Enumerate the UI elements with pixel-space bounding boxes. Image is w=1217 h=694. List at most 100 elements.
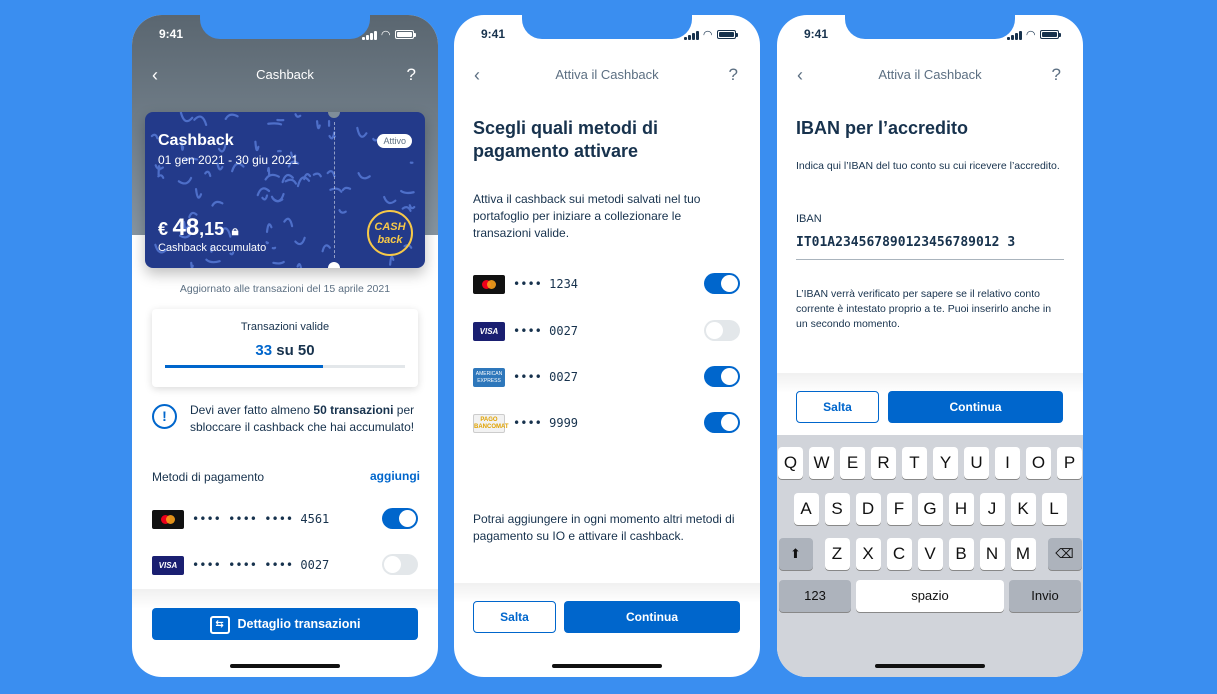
space-key[interactable]: spazio: [856, 580, 1004, 612]
key-m[interactable]: M: [1010, 538, 1036, 570]
pagobancomat-icon: PAGO BANCOMAT: [473, 414, 509, 433]
key-g[interactable]: G: [917, 493, 943, 525]
status-time: 9:41: [804, 27, 829, 41]
key-j[interactable]: J: [979, 493, 1005, 525]
question-icon[interactable]: ?: [407, 65, 416, 85]
key-x[interactable]: X: [855, 538, 881, 570]
transaction-detail-button[interactable]: ⇆ Dettaglio transazioni: [152, 608, 418, 640]
key-q[interactable]: Q: [778, 447, 803, 479]
key-z[interactable]: Z: [824, 538, 850, 570]
key-d[interactable]: D: [855, 493, 881, 525]
cashback-logo: CASH back: [367, 210, 413, 256]
status-bar: 9:41 ◠: [454, 27, 760, 41]
transactions-count: 33 su 50: [255, 342, 315, 359]
key-l[interactable]: L: [1041, 493, 1067, 525]
method-toggle[interactable]: [704, 320, 740, 341]
method-toggle[interactable]: [382, 554, 418, 575]
wifi-icon: ◠: [1026, 29, 1035, 41]
nav-title: Cashback: [256, 67, 314, 82]
status-time: 9:41: [481, 27, 506, 41]
battery-icon: [717, 30, 738, 39]
iban-input[interactable]: IT01A234567890123456789012 3: [796, 235, 1064, 260]
continue-button[interactable]: Continua: [564, 601, 740, 633]
iban-label: IBAN: [796, 213, 822, 225]
page-title: IBAN per l’accredito: [796, 118, 969, 138]
key-u[interactable]: U: [964, 447, 989, 479]
key-t[interactable]: T: [902, 447, 927, 479]
key-k[interactable]: K: [1010, 493, 1036, 525]
nav-bar: ‹ Cashback ?: [132, 65, 438, 85]
key-b[interactable]: B: [948, 538, 974, 570]
status-time: 9:41: [159, 27, 184, 41]
warning-message: ! Devi aver fatto almeno 50 transazioni …: [152, 402, 424, 436]
key-v[interactable]: V: [917, 538, 943, 570]
page-title: Scegli quali metodi di pagamento attivar…: [473, 118, 659, 161]
info-icon: !: [152, 404, 177, 429]
intro-text: Indica qui l’IBAN del tuo conto su cui r…: [796, 160, 1060, 172]
wifi-icon: ◠: [703, 29, 712, 41]
backspace-icon[interactable]: ⌫: [1047, 538, 1082, 570]
key-e[interactable]: E: [840, 447, 865, 479]
iban-note: L’IBAN verrà verificato per sapere se il…: [796, 288, 1052, 330]
skip-button[interactable]: Salta: [473, 601, 556, 633]
updated-text: Aggiornato alle transazioni del 15 april…: [179, 283, 391, 295]
method-toggle[interactable]: [382, 508, 418, 529]
transactions-box: Transazioni valide 33 su 50: [152, 309, 418, 387]
intro-text: Attiva il cashback sui metodi salvati ne…: [473, 192, 701, 240]
cashback-amount: € 48,15 🔒︎: [158, 214, 239, 241]
payment-method-row: •••• 1234: [473, 273, 740, 295]
nav-title: Attiva il Cashback: [878, 67, 982, 82]
key-p[interactable]: P: [1057, 447, 1082, 479]
method-toggle[interactable]: [704, 366, 740, 387]
enter-key[interactable]: Invio: [1009, 580, 1081, 612]
payment-method-row: VISA •••• 0027: [473, 320, 740, 342]
skip-button[interactable]: Salta: [796, 391, 879, 423]
transactions-label: Transazioni valide: [240, 321, 330, 333]
payment-method-row: •••• •••• •••• 4561: [152, 508, 418, 530]
nav-bar: ‹ Attiva il Cashback ?: [777, 65, 1083, 85]
payment-method-row: PAGO BANCOMAT •••• 9999: [473, 412, 740, 434]
home-indicator: [230, 664, 340, 668]
payment-method-row: VISA •••• •••• •••• 0027: [152, 554, 418, 576]
key-s[interactable]: S: [824, 493, 850, 525]
home-indicator: [552, 664, 662, 668]
footer-text: Potrai aggiungere in ogni momento altri …: [473, 512, 735, 543]
amex-icon: AMERICAN EXPRESS: [473, 368, 505, 387]
key-y[interactable]: Y: [933, 447, 958, 479]
signal-icon: [683, 30, 699, 40]
add-method-link[interactable]: aggiungi: [370, 469, 420, 483]
method-toggle[interactable]: [704, 412, 740, 433]
question-icon[interactable]: ?: [1052, 65, 1061, 85]
visa-icon: VISA: [473, 322, 505, 341]
key-w[interactable]: W: [809, 447, 834, 479]
mastercard-icon: [473, 275, 505, 294]
methods-header: Metodi di pagamento aggiungi: [152, 469, 420, 484]
cashback-card[interactable]: Cashback 01 gen 2021 - 30 giu 2021 Attiv…: [145, 112, 425, 268]
status-badge: Attivo: [377, 134, 412, 148]
key-f[interactable]: F: [886, 493, 912, 525]
key-c[interactable]: C: [886, 538, 912, 570]
question-icon[interactable]: ?: [729, 65, 738, 85]
numbers-key[interactable]: 123: [779, 580, 851, 612]
key-h[interactable]: H: [948, 493, 974, 525]
transfer-icon: ⇆: [209, 615, 230, 634]
phone-iban: 9:41 ◠ ‹ Attiva il Cashback ? IBAN per l…: [777, 15, 1083, 677]
key-r[interactable]: R: [871, 447, 896, 479]
wifi-icon: ◠: [381, 29, 390, 41]
key-o[interactable]: O: [1026, 447, 1051, 479]
keyboard: QWERTYUIOP ASDFGHJKL ⬆ ZXCVBNM ⌫ 123 spa…: [777, 435, 1083, 677]
signal-icon: [1006, 30, 1022, 40]
continue-button[interactable]: Continua: [888, 391, 1063, 423]
method-toggle[interactable]: [704, 273, 740, 294]
lock-icon: 🔒︎: [231, 223, 239, 238]
key-i[interactable]: I: [995, 447, 1020, 479]
status-bar: 9:41 ◠: [132, 27, 438, 41]
card-title: Cashback: [158, 132, 234, 149]
key-n[interactable]: N: [979, 538, 1005, 570]
key-a[interactable]: A: [793, 493, 819, 525]
shift-icon[interactable]: ⬆: [778, 538, 813, 570]
status-bar: 9:41 ◠: [777, 27, 1083, 41]
phone-select-methods: 9:41 ◠ ‹ Attiva il Cashback ? Scegli qua…: [454, 15, 760, 677]
battery-icon: [395, 30, 416, 39]
mastercard-icon: [152, 510, 184, 529]
